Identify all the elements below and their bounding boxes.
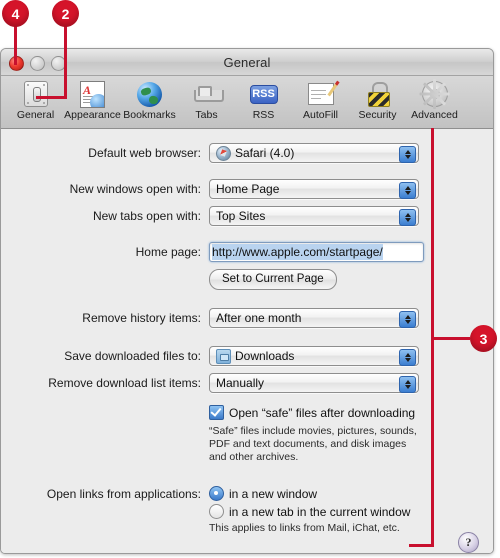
new-windows-value: Home Page <box>216 182 280 196</box>
help-button[interactable]: ? <box>458 532 479 553</box>
toolbar-label-security: Security <box>358 109 397 121</box>
toolbar-item-appearance[interactable]: A Appearance <box>64 78 121 121</box>
rss-badge-text: RSS <box>249 84 278 104</box>
chevron-updown-icon <box>399 209 416 226</box>
chevron-updown-icon <box>399 146 416 163</box>
gear-icon <box>419 79 450 109</box>
minimize-button[interactable] <box>30 56 45 71</box>
open-links-option1-label: in a new window <box>229 486 318 501</box>
default-browser-value: Safari (4.0) <box>235 146 295 160</box>
remove-history-popup[interactable]: After one month <box>209 308 419 328</box>
home-page-input[interactable]: http://www.apple.com/startpage/ <box>209 242 424 262</box>
open-safe-files-checkbox[interactable] <box>209 405 224 420</box>
safari-icon <box>216 145 231 161</box>
window-titlebar: General <box>1 49 493 76</box>
toolbar-label-autofill: AutoFill <box>302 109 338 121</box>
window-controls <box>9 56 66 71</box>
folder-icon <box>216 348 231 364</box>
open-links-option-1[interactable]: in a new window <box>209 486 493 501</box>
row-new-windows: New windows open with: Home Page <box>1 179 493 199</box>
home-page-value: http://www.apple.com/startpage/ <box>212 244 383 260</box>
open-safe-note-line2: PDF and text documents, and disk images <box>209 438 407 450</box>
default-browser-popup[interactable]: Safari (4.0) <box>209 143 419 163</box>
callout-3-badge: 3 <box>470 325 497 352</box>
toolbar-item-security[interactable]: Security <box>349 78 406 121</box>
toolbar-item-rss[interactable]: RSS RSS <box>235 78 292 121</box>
toolbar-label-general: General <box>16 109 55 121</box>
preferences-window: General General A Appearance Bookmarks T… <box>0 48 494 554</box>
toolbar-label-appearance: Appearance <box>64 109 121 121</box>
row-open-safe-note: “Safe” files include movies, pictures, s… <box>1 425 493 464</box>
callout-2-badge: 2 <box>52 0 79 27</box>
label-open-links: Open links from applications: <box>46 487 201 501</box>
set-to-current-page-button[interactable]: Set to Current Page <box>209 269 337 290</box>
row-save-downloads: Save downloaded files to: Downloads <box>1 346 493 366</box>
save-downloads-popup[interactable]: Downloads <box>209 346 419 366</box>
toolbar-item-autofill[interactable]: AutoFill <box>292 78 349 121</box>
row-open-links: Open links from applications: in a new w… <box>1 486 493 535</box>
toolbar-label-advanced: Advanced <box>411 109 458 121</box>
appearance-icon: A <box>80 80 105 108</box>
toolbar-label-rss: RSS <box>252 109 275 121</box>
row-remove-history: Remove history items: After one month <box>1 308 493 328</box>
label-new-windows: New windows open with: <box>69 182 201 196</box>
general-icon <box>23 81 48 107</box>
screenshot-root: 4 2 3 General General A Appearance Bookm… <box>0 0 500 558</box>
row-open-safe-files: Open “safe” files after downloading <box>1 405 493 420</box>
callout-4-label: 4 <box>11 5 20 22</box>
row-new-tabs: New tabs open with: Top Sites <box>1 206 493 226</box>
toolbar-item-tabs[interactable]: Tabs <box>178 78 235 121</box>
callout-3-line <box>434 337 470 340</box>
toolbar-label-tabs: Tabs <box>195 109 218 121</box>
label-remove-download-list: Remove download list items: <box>48 376 201 390</box>
preferences-toolbar: General A Appearance Bookmarks Tabs RSS … <box>1 76 493 129</box>
callout-4-badge: 4 <box>2 0 29 27</box>
label-new-tabs: New tabs open with: <box>92 209 201 223</box>
label-remove-history: Remove history items: <box>82 311 201 325</box>
lock-icon <box>367 81 390 107</box>
row-remove-download-list: Remove download list items: Manually <box>1 373 493 393</box>
chevron-updown-icon <box>399 376 416 393</box>
chevron-updown-icon <box>399 349 416 366</box>
new-tabs-value: Top Sites <box>216 209 266 223</box>
callout-2-line-horizontal <box>36 96 67 99</box>
label-save-downloads: Save downloaded files to: <box>64 349 201 363</box>
open-safe-note-line3: and other archives. <box>209 451 299 463</box>
autofill-icon <box>307 80 340 107</box>
save-downloads-value: Downloads <box>235 349 295 363</box>
open-safe-note-line1: “Safe” files include movies, pictures, s… <box>209 425 417 437</box>
label-home-page: Home page: <box>135 245 201 259</box>
label-default-browser: Default web browser: <box>88 146 201 160</box>
chevron-updown-icon <box>399 311 416 328</box>
toolbar-item-bookmarks[interactable]: Bookmarks <box>121 78 178 121</box>
open-links-note: This applies to links from Mail, iChat, … <box>209 522 400 534</box>
toolbar-label-bookmarks: Bookmarks <box>123 109 176 121</box>
radio-new-tab[interactable] <box>209 504 224 519</box>
tabs-icon <box>193 81 224 107</box>
remove-history-value: After one month <box>216 311 302 325</box>
new-tabs-popup[interactable]: Top Sites <box>209 206 419 226</box>
new-windows-popup[interactable]: Home Page <box>209 179 419 199</box>
toolbar-item-advanced[interactable]: Advanced <box>406 78 463 121</box>
general-preferences-pane: Default web browser: Safari (4.0) New wi… <box>1 129 493 553</box>
open-safe-files-label: Open “safe” files after downloading <box>229 405 416 420</box>
open-links-option-2[interactable]: in a new tab in the current window <box>209 504 493 519</box>
callout-2-label: 2 <box>61 5 70 22</box>
row-set-current-page: Set to Current Page <box>1 269 493 290</box>
open-links-option2-label: in a new tab in the current window <box>229 504 411 519</box>
callout-3-label: 3 <box>479 330 488 347</box>
toolbar-item-general[interactable]: General <box>7 78 64 121</box>
remove-download-list-value: Manually <box>216 376 265 390</box>
callout-3-bracket-bottom <box>409 544 434 547</box>
chevron-updown-icon <box>399 182 416 199</box>
window-title: General <box>223 54 271 70</box>
row-home-page: Home page: http://www.apple.com/startpag… <box>1 242 493 262</box>
remove-download-list-popup[interactable]: Manually <box>209 373 419 393</box>
radio-new-window[interactable] <box>209 486 224 501</box>
rss-icon: RSS <box>249 81 278 107</box>
row-default-browser: Default web browser: Safari (4.0) <box>1 143 493 163</box>
bookmarks-globe-icon <box>137 81 162 107</box>
